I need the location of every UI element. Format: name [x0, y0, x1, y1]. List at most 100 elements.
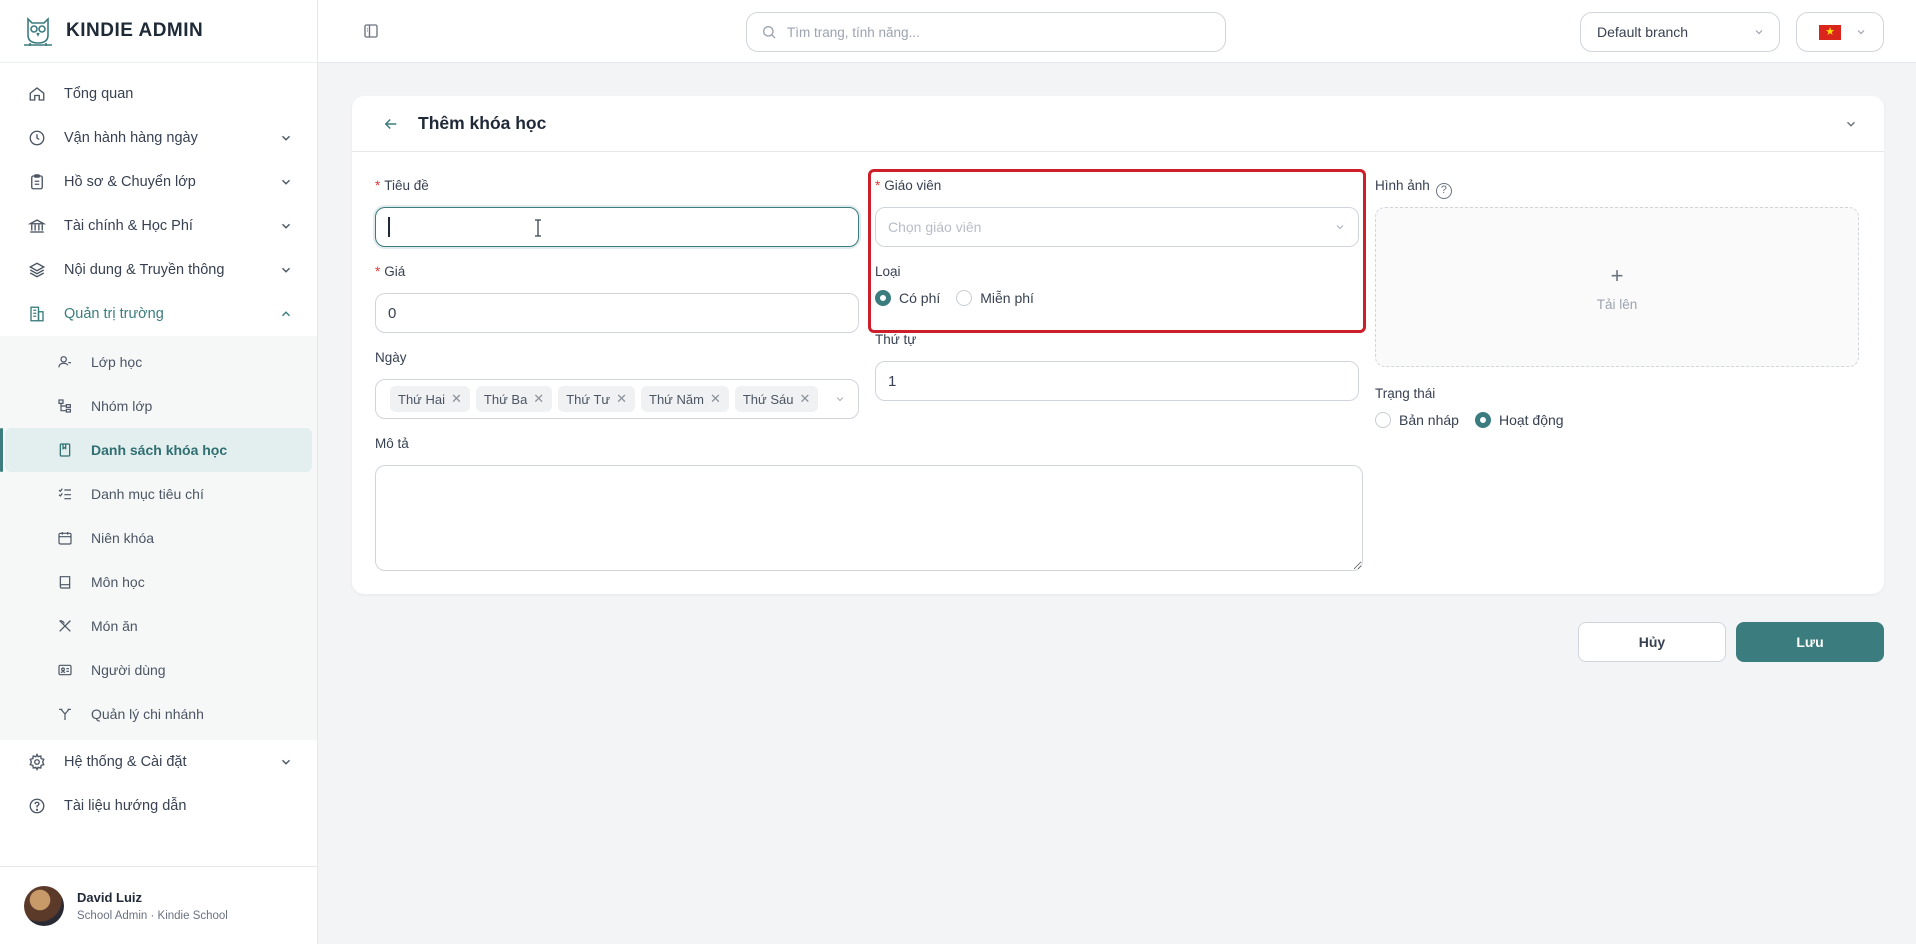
order-input[interactable]: 1: [875, 361, 1359, 401]
cancel-button[interactable]: Hủy: [1578, 622, 1726, 662]
required-mark: *: [375, 178, 381, 193]
remove-tag-icon[interactable]: ✕: [799, 391, 810, 407]
sidebar-subitem-school-years[interactable]: Niên khóa: [5, 516, 312, 560]
chevron-down-icon: [1857, 30, 1865, 35]
image-label: Hình ảnh?: [1375, 178, 1859, 199]
search-input[interactable]: [787, 24, 1187, 40]
status-radio-group: Bản nháp Hoạt động: [1375, 412, 1859, 428]
global-search[interactable]: [746, 12, 1226, 52]
day-tag-label: Thứ Năm: [649, 391, 704, 407]
days-multiselect[interactable]: Thứ Hai ✕ Thứ Ba ✕ Thứ Tư ✕ Thứ Năm ✕ Thứ Sá…: [375, 379, 859, 419]
sidebar-subitem-dishes[interactable]: Món ăn: [5, 604, 312, 648]
book-icon: [57, 574, 73, 590]
required-mark: *: [375, 264, 381, 279]
utensils-icon: [57, 618, 73, 634]
sidebar-item-system[interactable]: Hệ thống & Cài đặt: [0, 740, 317, 784]
sidebar-item-content[interactable]: Nội dung & Truyền thông: [0, 248, 317, 292]
chevron-down-icon: [1336, 225, 1344, 230]
price-input[interactable]: 0: [375, 293, 859, 333]
text-caret: [388, 217, 390, 237]
remove-tag-icon[interactable]: ✕: [451, 391, 462, 407]
sidebar-subitem-users[interactable]: Người dùng: [5, 648, 312, 692]
days-label: Ngày: [375, 350, 407, 365]
checklist-icon: [57, 486, 73, 502]
sidebar-subitem-course-list[interactable]: Danh sách khóa học: [0, 428, 312, 472]
remove-tag-icon[interactable]: ✕: [710, 391, 721, 407]
user-profile[interactable]: David Luiz School Admin · Kindie School: [0, 866, 318, 944]
type-free-radio[interactable]: Miễn phí: [956, 290, 1034, 306]
sidebar-toggle-icon[interactable]: [362, 22, 380, 40]
sidebar-item-label: Tổng quan: [64, 86, 134, 102]
remove-tag-icon[interactable]: ✕: [533, 391, 544, 407]
day-tag: Thứ Sáu ✕: [734, 386, 819, 412]
profile-name: David Luiz: [77, 889, 143, 905]
type-field: Loại Có phí Miễn phí: [875, 264, 1359, 306]
radio-selected: [875, 290, 891, 306]
description-textarea[interactable]: [375, 465, 1363, 571]
sidebar-subitem-criteria[interactable]: Danh mục tiêu chí: [5, 472, 312, 516]
chevron-down-icon: [282, 179, 290, 185]
bank-icon: [28, 217, 46, 235]
teacher-select[interactable]: Chọn giáo viên: [875, 207, 1359, 247]
sidebar-subitem-label: Danh mục tiêu chí: [91, 486, 204, 502]
sidebar-item-label: Hệ thống & Cài đặt: [64, 754, 187, 770]
text-cursor-icon: [535, 219, 541, 237]
bookmark-icon: [57, 442, 73, 458]
image-field: Hình ảnh? + Tải lên: [1375, 178, 1859, 367]
chevron-down-icon: [282, 759, 290, 765]
chevron-up-icon: [282, 311, 290, 317]
type-radio-group: Có phí Miễn phí: [875, 290, 1359, 306]
sidebar-subitem-classes[interactable]: Lớp học: [5, 340, 312, 384]
status-draft-radio[interactable]: Bản nháp: [1375, 412, 1459, 428]
branch-select[interactable]: Default branch: [1580, 12, 1780, 52]
type-paid-radio[interactable]: Có phí: [875, 290, 940, 306]
back-arrow-icon[interactable]: [382, 115, 400, 133]
save-button[interactable]: Lưu: [1736, 622, 1884, 662]
sidebar-item-label: Hồ sơ & Chuyển lớp: [64, 174, 196, 190]
sidebar-item-label: Tài chính & Học Phí: [64, 218, 193, 234]
sidebar-item-overview[interactable]: Tổng quan: [0, 72, 317, 116]
radio-label: Có phí: [899, 290, 941, 306]
upload-label: Tải lên: [1596, 296, 1638, 312]
price-field: * Giá 0: [375, 264, 859, 333]
sidebar-subitem-subjects[interactable]: Môn học: [5, 560, 312, 604]
price-label: * Giá: [375, 264, 859, 282]
plus-icon: +: [1610, 262, 1624, 288]
sidebar-item-daily-ops[interactable]: Vận hành hàng ngày: [0, 116, 317, 160]
sidebar-subnav-school-admin: Lớp học Nhóm lớp Danh sách khóa học Danh…: [0, 336, 317, 740]
teacher-placeholder: Chọn giáo viên: [888, 219, 982, 235]
sidebar-subitem-branches[interactable]: Quản lý chi nhánh: [5, 692, 312, 736]
order-label: Thứ tự: [875, 332, 917, 347]
sidebar-subitem-label: Lớp học: [91, 354, 143, 370]
vietnam-flag-icon: ★: [1819, 24, 1841, 40]
calendar-icon: [57, 530, 73, 546]
image-upload[interactable]: + Tải lên: [1375, 207, 1859, 367]
brand[interactable]: KINDIE ADMIN: [0, 0, 317, 63]
sidebar-item-records[interactable]: Hồ sơ & Chuyển lớp: [0, 160, 317, 204]
sidebar-subitem-label: Người dùng: [91, 662, 166, 678]
home-icon: [28, 85, 46, 103]
days-field: Ngày Thứ Hai ✕ Thứ Ba ✕ Thứ Tư ✕ Thứ Năm ✕ T…: [375, 350, 859, 419]
sidebar-item-docs[interactable]: Tài liệu hướng dẫn: [0, 784, 317, 828]
brand-name: KINDIE ADMIN: [66, 20, 204, 41]
tree-icon: [57, 398, 73, 414]
language-select[interactable]: ★: [1796, 12, 1884, 52]
branch-icon: [57, 706, 73, 722]
id-card-icon: [57, 662, 73, 678]
chevron-down-icon[interactable]: [1844, 117, 1858, 131]
sidebar-item-school-admin[interactable]: Quản trị trường: [0, 292, 317, 336]
status-active-radio[interactable]: Hoạt động: [1474, 412, 1564, 428]
profile-role: School Admin · Kindie School: [77, 909, 228, 922]
title-field: * Tiêu đề: [375, 178, 859, 247]
remove-tag-icon[interactable]: ✕: [616, 391, 627, 407]
sidebar-item-finance[interactable]: Tài chính & Học Phí: [0, 204, 317, 248]
layers-icon: [28, 261, 46, 279]
sidebar-subitem-class-groups[interactable]: Nhóm lớp: [5, 384, 312, 428]
title-input[interactable]: [375, 207, 859, 247]
title-label: * Tiêu đề: [375, 178, 859, 196]
radio-label: Hoạt động: [1498, 412, 1564, 428]
day-tag: Thứ Năm ✕: [641, 386, 729, 412]
sidebar-subitem-label: Niên khóa: [91, 530, 155, 546]
type-label: Loại: [875, 264, 901, 279]
help-icon[interactable]: ?: [1435, 183, 1452, 199]
